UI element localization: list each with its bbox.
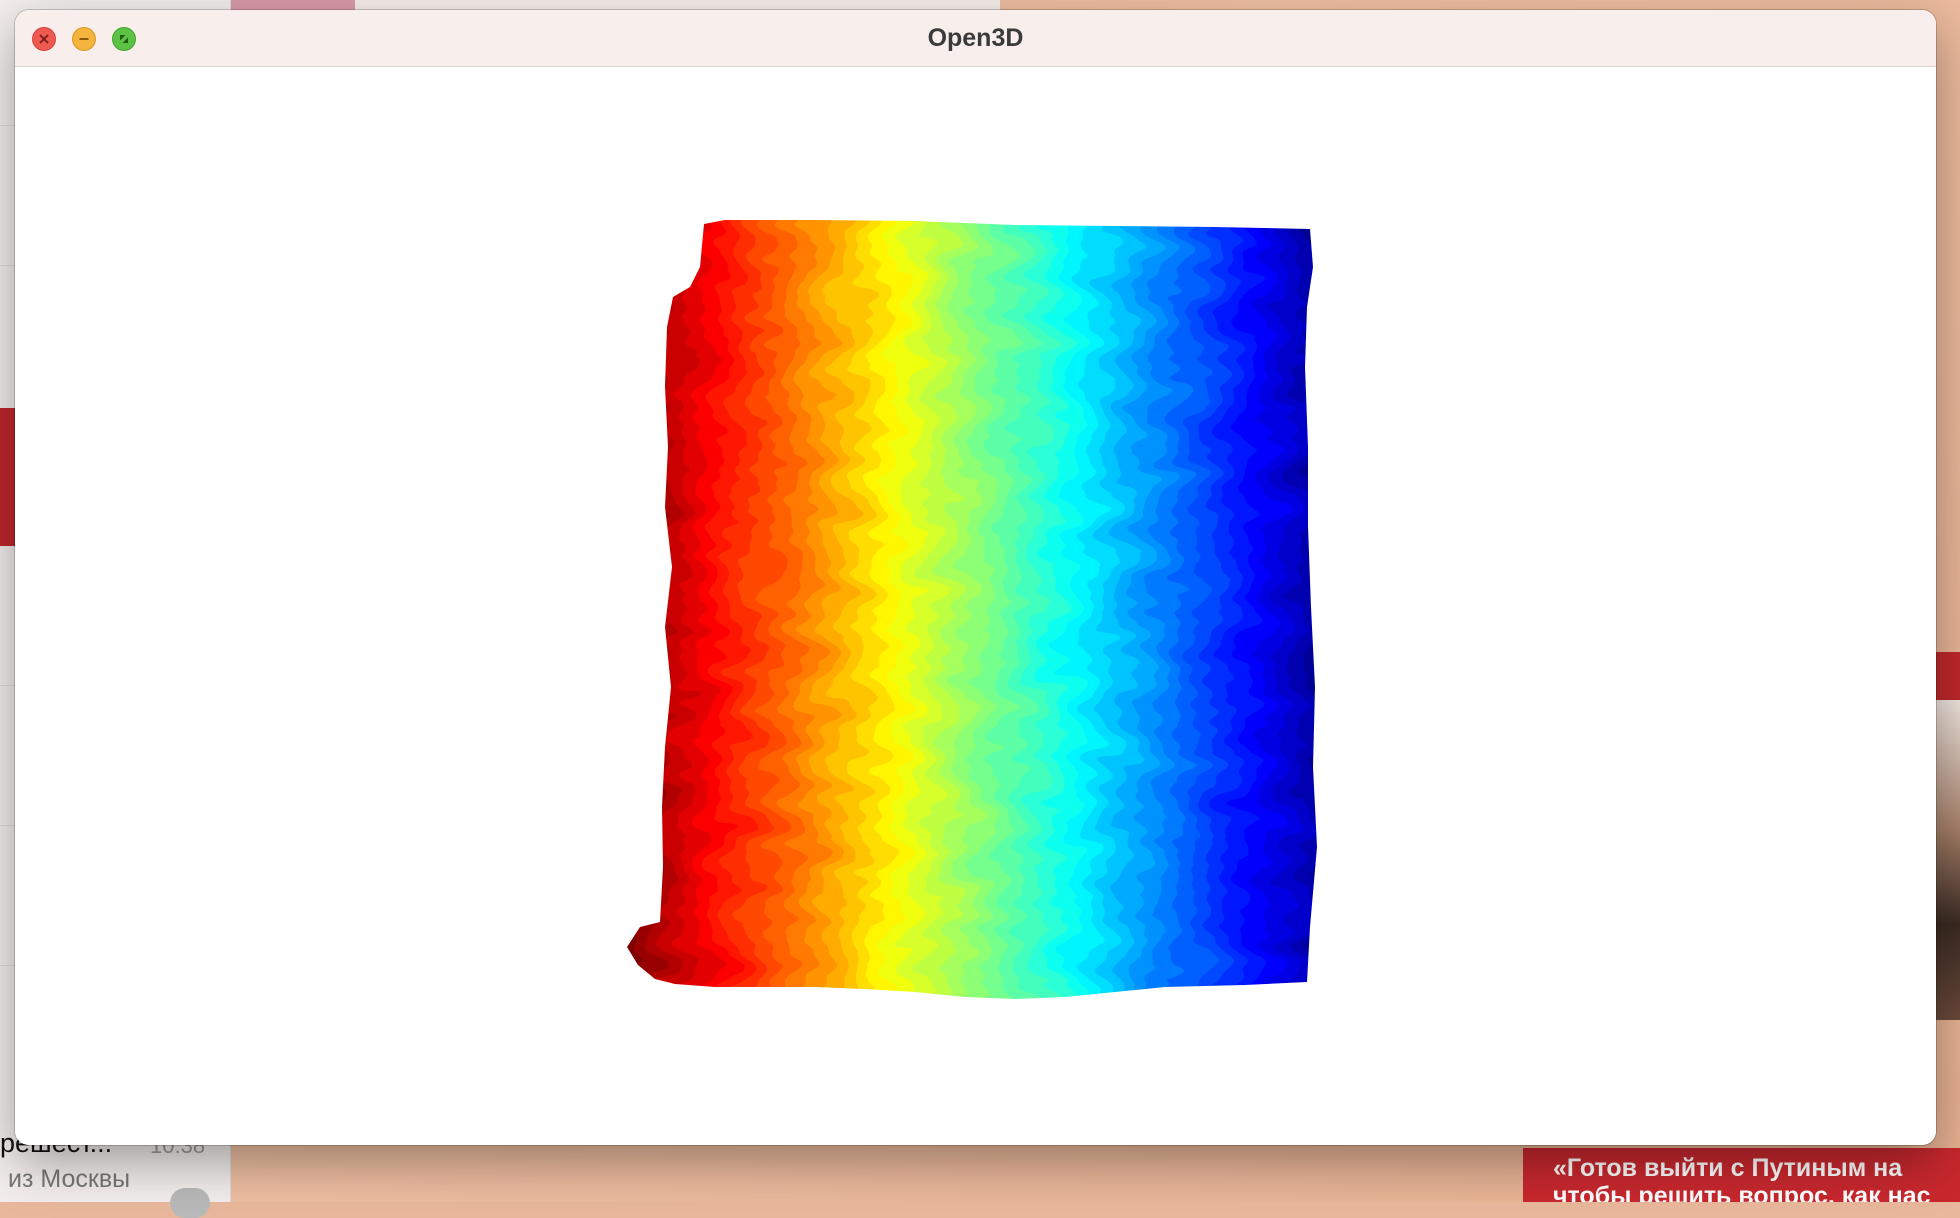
color-band	[1265, 220, 1286, 999]
3d-viewport[interactable]	[15, 67, 1936, 1145]
background-news-banner[interactable]: «Готов выйти с Путиным на чтобы решить в…	[1523, 1148, 1960, 1202]
background-red-icon	[1936, 652, 1960, 700]
color-band	[631, 220, 652, 999]
color-band	[1213, 220, 1233, 999]
color-band	[754, 220, 775, 999]
color-band	[948, 220, 969, 999]
color-band	[913, 220, 934, 999]
color-band	[1195, 220, 1216, 999]
color-band	[1142, 220, 1163, 999]
color-band	[649, 220, 669, 999]
color-band	[1107, 220, 1127, 999]
color-band	[1072, 220, 1092, 999]
cloud-group	[627, 187, 1356, 1027]
color-band	[843, 220, 863, 999]
color-band	[790, 220, 810, 999]
color-band	[737, 220, 757, 999]
color-band	[772, 220, 793, 999]
color-band	[984, 220, 1004, 999]
background-chat-subtitle: из Москвы	[8, 1165, 131, 1193]
color-band	[1036, 220, 1057, 999]
color-band	[1248, 220, 1268, 999]
color-band	[627, 220, 634, 999]
color-band	[1301, 220, 1317, 999]
color-band	[1001, 220, 1022, 999]
background-photo	[1936, 700, 1960, 1020]
color-band	[1089, 220, 1110, 999]
open3d-window[interactable]: Open3D	[15, 10, 1936, 1145]
color-band	[666, 220, 687, 999]
point-cloud[interactable]	[15, 67, 1936, 1145]
color-band	[1319, 187, 1339, 1027]
color-band	[825, 220, 846, 999]
color-band	[860, 220, 881, 999]
color-band	[684, 220, 705, 999]
color-band	[1054, 220, 1075, 999]
color-band	[1124, 220, 1145, 999]
color-band	[966, 220, 986, 999]
color-band	[1019, 220, 1039, 999]
background-unread-badge	[170, 1188, 210, 1218]
news-line-2: чтобы решить вопрос, как нас	[1553, 1182, 1931, 1202]
color-band	[1283, 220, 1304, 999]
title-bar[interactable]: Open3D	[15, 10, 1936, 67]
color-band	[1230, 220, 1251, 999]
color-band	[702, 220, 722, 999]
color-band	[931, 220, 951, 999]
color-band	[1160, 220, 1180, 999]
color-band	[1336, 187, 1356, 1027]
color-band	[807, 220, 828, 999]
window-title: Open3D	[927, 24, 1024, 52]
color-band	[719, 220, 740, 999]
color-band	[895, 220, 916, 999]
color-band	[1177, 220, 1198, 999]
color-band	[878, 220, 898, 999]
news-line-1: «Готов выйти с Путиным на	[1553, 1154, 1903, 1182]
color-bands	[627, 187, 1356, 1027]
